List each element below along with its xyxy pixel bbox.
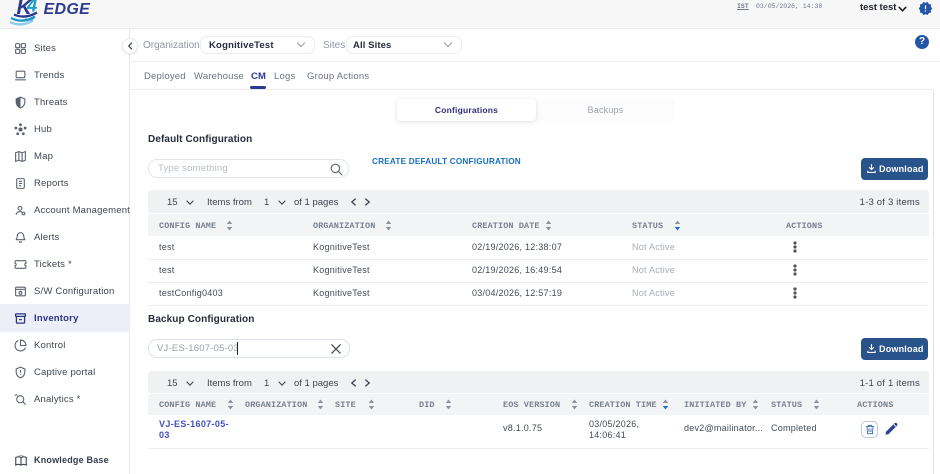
svg-text:EDGE: EDGE — [44, 1, 92, 18]
